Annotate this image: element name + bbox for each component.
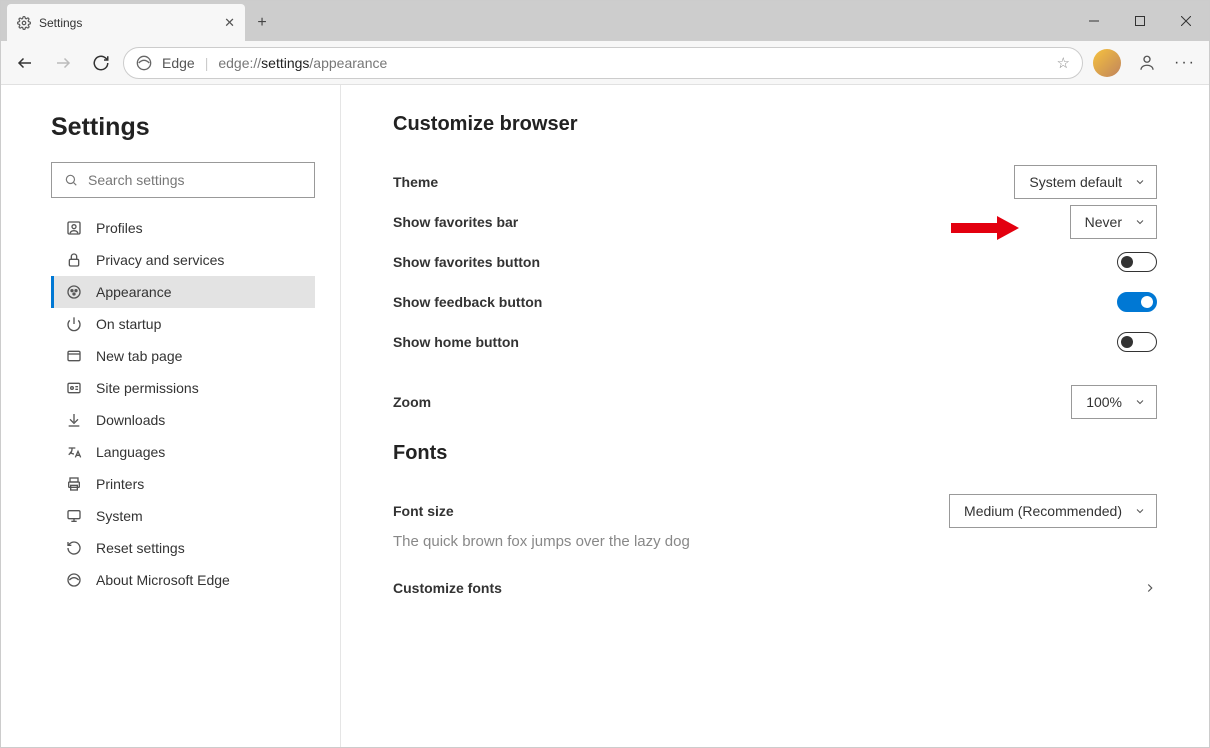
sidebar-item-system[interactable]: System — [51, 500, 315, 532]
search-icon — [64, 173, 78, 187]
font-size-select[interactable]: Medium (Recommended) — [949, 494, 1157, 528]
permissions-icon — [66, 380, 82, 396]
sidebar-item-reset[interactable]: Reset settings — [51, 532, 315, 564]
sidebar-item-startup[interactable]: On startup — [51, 308, 315, 340]
tab-close-icon[interactable]: ✕ — [224, 15, 235, 31]
more-menu-button[interactable]: ··· — [1169, 54, 1201, 72]
lock-icon — [66, 252, 82, 268]
settings-sidebar: Settings Search settings Profiles Privac… — [1, 85, 341, 747]
home-button-toggle[interactable] — [1117, 332, 1157, 352]
settings-search-input[interactable]: Search settings — [51, 162, 315, 198]
forward-button[interactable] — [47, 47, 79, 79]
address-protocol-label: Edge — [162, 55, 195, 71]
favorite-star-icon[interactable]: ☆ — [1057, 54, 1070, 72]
profile-icon — [66, 220, 82, 236]
close-window-button[interactable] — [1163, 1, 1209, 41]
minimize-button[interactable] — [1071, 1, 1117, 41]
chevron-down-icon — [1134, 505, 1146, 517]
section-customize-title: Customize browser — [393, 113, 1157, 136]
profile-avatar[interactable] — [1093, 49, 1121, 77]
favorites-button-toggle[interactable] — [1117, 252, 1157, 272]
edge-icon — [66, 572, 82, 588]
download-icon — [66, 412, 82, 428]
theme-label: Theme — [393, 174, 438, 190]
chevron-down-icon — [1134, 176, 1146, 188]
address-url: edge://settings/appearance — [218, 55, 387, 71]
window-title-bar: Settings ✕ + — [1, 1, 1209, 41]
zoom-label: Zoom — [393, 394, 431, 410]
favorites-bar-label: Show favorites bar — [393, 214, 518, 230]
language-icon — [66, 444, 82, 460]
page-content: Settings Search settings Profiles Privac… — [1, 85, 1209, 747]
gear-icon — [17, 16, 31, 30]
chevron-right-icon — [1143, 581, 1157, 595]
new-tab-button[interactable]: + — [245, 4, 279, 41]
reset-icon — [66, 540, 82, 556]
refresh-button[interactable] — [85, 47, 117, 79]
section-fonts-title: Fonts — [393, 442, 1157, 465]
sidebar-item-privacy[interactable]: Privacy and services — [51, 244, 315, 276]
tab-title: Settings — [39, 16, 82, 30]
back-button[interactable] — [9, 47, 41, 79]
home-button-label: Show home button — [393, 334, 519, 350]
sidebar-item-site-permissions[interactable]: Site permissions — [51, 372, 315, 404]
sidebar-item-about[interactable]: About Microsoft Edge — [51, 564, 315, 596]
settings-content: Customize browser Theme System default S… — [341, 85, 1209, 747]
sidebar-item-newtab[interactable]: New tab page — [51, 340, 315, 372]
address-bar[interactable]: Edge | edge://settings/appearance ☆ — [123, 47, 1083, 79]
chevron-down-icon — [1134, 396, 1146, 408]
sidebar-item-printers[interactable]: Printers — [51, 468, 315, 500]
sidebar-item-profiles[interactable]: Profiles — [51, 212, 315, 244]
edge-logo-icon — [136, 55, 152, 71]
sidebar-item-appearance[interactable]: Appearance — [51, 276, 315, 308]
settings-title: Settings — [51, 113, 318, 142]
power-icon — [66, 316, 82, 332]
feedback-icon[interactable] — [1131, 47, 1163, 79]
browser-tab[interactable]: Settings ✕ — [7, 4, 245, 41]
browser-toolbar: Edge | edge://settings/appearance ☆ ··· — [1, 41, 1209, 85]
zoom-select[interactable]: 100% — [1071, 385, 1157, 419]
feedback-button-toggle[interactable] — [1117, 292, 1157, 312]
system-icon — [66, 508, 82, 524]
theme-select[interactable]: System default — [1014, 165, 1157, 199]
font-size-label: Font size — [393, 503, 454, 519]
appearance-icon — [66, 284, 82, 300]
customize-fonts-row[interactable]: Customize fonts — [393, 568, 1157, 608]
printer-icon — [66, 476, 82, 492]
feedback-button-label: Show feedback button — [393, 294, 542, 310]
newtab-icon — [66, 348, 82, 364]
favorites-button-label: Show favorites button — [393, 254, 540, 270]
favorites-bar-select[interactable]: Never — [1070, 205, 1157, 239]
chevron-down-icon — [1134, 216, 1146, 228]
sidebar-item-downloads[interactable]: Downloads — [51, 404, 315, 436]
sidebar-item-languages[interactable]: Languages — [51, 436, 315, 468]
font-sample-text: The quick brown fox jumps over the lazy … — [393, 533, 1157, 550]
maximize-button[interactable] — [1117, 1, 1163, 41]
